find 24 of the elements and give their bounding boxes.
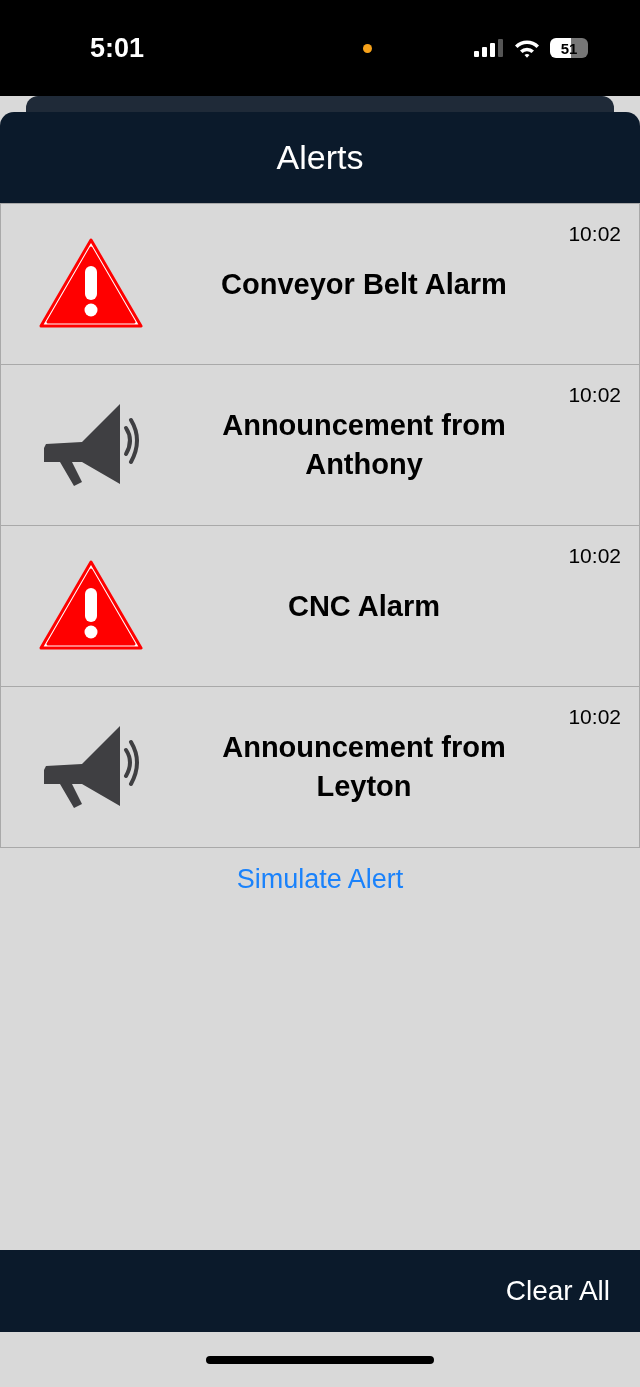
- alert-row[interactable]: Announcement from Leyton 10:02: [0, 686, 640, 848]
- megaphone-icon: [42, 402, 140, 488]
- privacy-dot-icon: [362, 43, 372, 53]
- alert-title: Announcement from Anthony: [221, 408, 507, 482]
- wifi-icon: [514, 38, 540, 58]
- warning-icon: [39, 560, 143, 652]
- screen-title: Alerts: [276, 138, 364, 177]
- alert-row[interactable]: Conveyor Belt Alarm 10:02: [0, 203, 640, 365]
- alert-title: CNC Alarm: [287, 588, 441, 624]
- alert-time: 10:02: [568, 705, 621, 729]
- alert-title: Announcement from Leyton: [221, 730, 507, 804]
- alert-time: 10:02: [568, 222, 621, 246]
- home-indicator[interactable]: [206, 1355, 434, 1364]
- alert-row[interactable]: Announcement from Anthony 10:02: [0, 364, 640, 526]
- signal-icon: [474, 39, 504, 57]
- clear-all-button[interactable]: Clear All: [505, 1275, 610, 1307]
- warning-icon: [39, 238, 143, 330]
- alert-row[interactable]: CNC Alarm 10:02: [0, 525, 640, 687]
- alert-title: Conveyor Belt Alarm: [220, 266, 508, 302]
- alert-time: 10:02: [568, 383, 621, 407]
- alert-time: 10:02: [568, 544, 621, 568]
- megaphone-icon: [42, 724, 140, 810]
- battery-percent: 51: [560, 39, 578, 57]
- clock-time: 5:01: [90, 32, 146, 64]
